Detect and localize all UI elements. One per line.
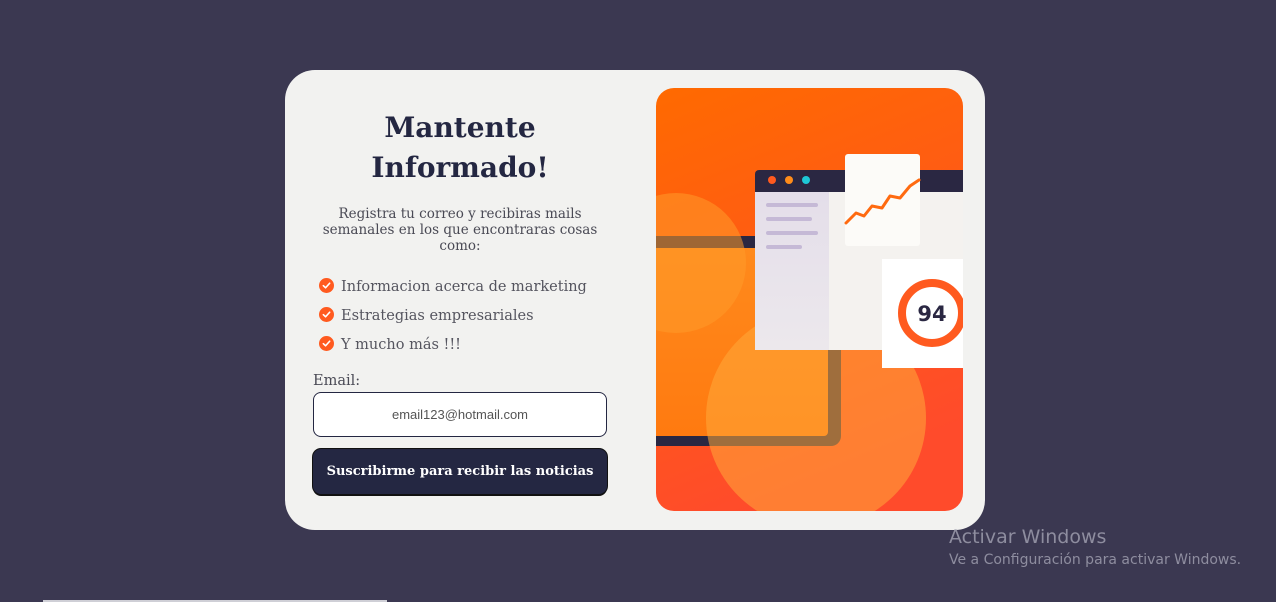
- windows-activation-watermark: Activar Windows Ve a Configuración para …: [949, 526, 1241, 570]
- subscribe-button[interactable]: Suscribirme para recibir las noticias: [313, 449, 607, 494]
- email-field[interactable]: [313, 392, 607, 437]
- signup-card: Mantente Informado! Registra tu correo y…: [285, 70, 985, 530]
- dashboard-illustration-image: 94: [656, 88, 963, 511]
- signup-form-panel: Mantente Informado! Registra tu correo y…: [313, 70, 607, 494]
- title-line-1: Mantente: [384, 111, 536, 144]
- benefit-label: Y mucho más !!!: [341, 336, 461, 353]
- watermark-subtitle: Ve a Configuración para activar Windows.: [949, 552, 1242, 568]
- title-line-2: Informado!: [371, 151, 549, 184]
- benefit-label: Informacion acerca de marketing: [341, 278, 587, 295]
- benefit-item: Informacion acerca de marketing: [319, 272, 607, 301]
- score-value: 94: [917, 302, 946, 326]
- benefit-item: Estrategias empresariales: [319, 301, 607, 330]
- page-title: Mantente Informado!: [313, 108, 607, 188]
- checkmark-icon: [319, 335, 334, 351]
- benefit-item: Y mucho más !!!: [319, 330, 607, 359]
- marketing-illustration: 94: [656, 88, 963, 511]
- watermark-title: Activar Windows: [949, 526, 1107, 548]
- description-text: Registra tu correo y recibiras mails sem…: [322, 206, 598, 254]
- checkmark-icon: [319, 306, 334, 322]
- checkmark-icon: [319, 277, 334, 293]
- benefit-label: Estrategias empresariales: [341, 307, 534, 324]
- benefits-list: Informacion acerca de marketing Estrateg…: [313, 272, 607, 359]
- email-label: Email:: [313, 373, 361, 389]
